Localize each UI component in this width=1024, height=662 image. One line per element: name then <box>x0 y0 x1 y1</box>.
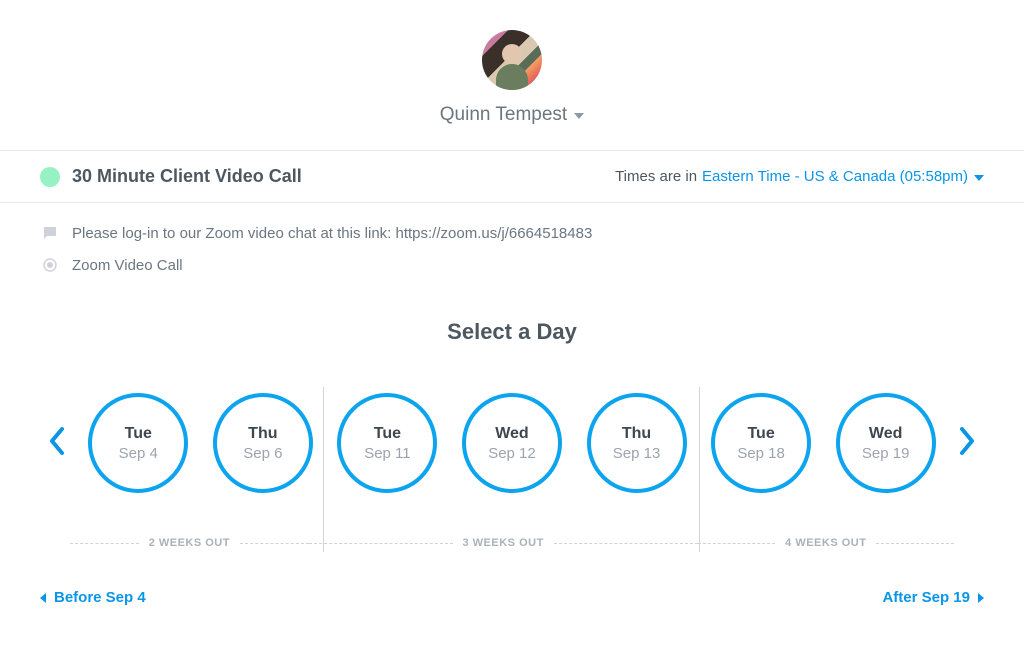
day-date-label: Sep 12 <box>488 445 536 462</box>
day-name-label: Tue <box>374 425 401 443</box>
timezone-label: Eastern Time - US & Canada (05:58pm) <box>702 168 968 185</box>
day-date-label: Sep 6 <box>243 445 282 462</box>
event-color-dot <box>40 167 60 187</box>
day-option[interactable]: Tue Sep 18 <box>711 393 811 493</box>
day-option[interactable]: Wed Sep 19 <box>836 393 936 493</box>
dashed-line <box>309 543 453 544</box>
weeks-out-label: 4 WEEKS OUT <box>775 537 876 549</box>
day-name-label: Tue <box>125 425 152 443</box>
day-name-label: Tue <box>747 425 774 443</box>
dashed-line <box>554 543 698 544</box>
day-name-label: Wed <box>495 425 528 443</box>
weeks-out-label: 3 WEEKS OUT <box>453 537 554 549</box>
day-date-label: Sep 4 <box>119 445 158 462</box>
timezone-selector[interactable]: Times are in Eastern Time - US & Canada … <box>615 168 984 185</box>
dashed-line <box>698 543 776 544</box>
section-title: Select a Day <box>0 319 1024 345</box>
after-date-link[interactable]: After Sep 19 <box>882 589 984 606</box>
day-option[interactable]: Thu Sep 6 <box>213 393 313 493</box>
chevron-down-icon <box>974 175 984 181</box>
instruction-text: Please log-in to our Zoom video chat at … <box>72 225 592 242</box>
chat-icon <box>40 223 60 243</box>
before-date-label: Before Sep 4 <box>54 589 146 606</box>
day-name-label: Wed <box>869 425 902 443</box>
section-divider <box>699 387 700 552</box>
day-name-label: Thu <box>622 425 651 443</box>
day-date-label: Sep 19 <box>862 445 910 462</box>
dashed-line <box>240 543 309 544</box>
day-name-label: Thu <box>248 425 277 443</box>
next-chevron-button[interactable] <box>948 415 986 472</box>
chevron-down-icon <box>574 113 584 119</box>
day-option[interactable]: Wed Sep 12 <box>462 393 562 493</box>
event-title: 30 Minute Client Video Call <box>72 166 302 187</box>
profile-name: Quinn Tempest <box>440 104 567 126</box>
after-date-label: After Sep 19 <box>882 589 970 606</box>
day-option[interactable]: Tue Sep 4 <box>88 393 188 493</box>
section-divider <box>323 387 324 552</box>
target-icon <box>40 255 60 275</box>
day-option[interactable]: Thu Sep 13 <box>587 393 687 493</box>
profile-name-dropdown[interactable]: Quinn Tempest <box>440 104 584 126</box>
dashed-line <box>876 543 954 544</box>
dashed-line <box>70 543 139 544</box>
location-text: Zoom Video Call <box>72 257 183 274</box>
day-date-label: Sep 11 <box>364 445 410 462</box>
weeks-out-label: 2 WEEKS OUT <box>139 537 240 549</box>
day-date-label: Sep 18 <box>737 445 785 462</box>
prev-chevron-button[interactable] <box>38 415 76 472</box>
day-date-label: Sep 13 <box>613 445 661 462</box>
day-option[interactable]: Tue Sep 11 <box>337 393 437 493</box>
triangle-left-icon <box>40 593 46 603</box>
triangle-right-icon <box>978 593 984 603</box>
before-date-link[interactable]: Before Sep 4 <box>40 589 146 606</box>
avatar <box>482 30 542 90</box>
timezone-prefix-label: Times are in <box>615 168 697 185</box>
